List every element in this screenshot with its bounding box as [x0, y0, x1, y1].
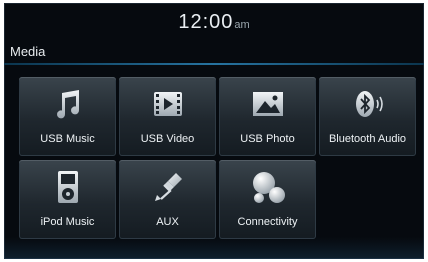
usb-music-label: USB Music [40, 133, 95, 145]
usb-video-label: USB Video [140, 133, 195, 145]
aux-button[interactable]: AUX [119, 160, 216, 239]
empty-slot [319, 160, 416, 239]
media-screen: 12:00am Media USB Music USB Video USB Ph… [4, 3, 424, 259]
bluetooth-audio-icon [319, 87, 416, 121]
photo-icon [219, 87, 316, 121]
media-source-grid: USB Music USB Video USB Photo Bluetooth … [19, 77, 416, 239]
video-icon [119, 87, 216, 121]
title-divider [4, 63, 424, 65]
usb-photo-label: USB Photo [240, 133, 295, 145]
connectivity-icon [219, 170, 316, 204]
bluetooth-audio-label: Bluetooth Audio [328, 133, 407, 145]
connectivity-label: Connectivity [237, 216, 298, 228]
ipod-music-button[interactable]: iPod Music [19, 160, 116, 239]
bluetooth-audio-button[interactable]: Bluetooth Audio [319, 77, 416, 156]
bottom-glow [4, 237, 424, 259]
page-title: Media [10, 44, 46, 59]
usb-photo-button[interactable]: USB Photo [219, 77, 316, 156]
clock-ampm: am [234, 19, 250, 31]
music-note-icon [19, 87, 116, 121]
ipod-icon [19, 170, 116, 204]
aux-cable-icon [119, 170, 216, 204]
ipod-music-label: iPod Music [40, 216, 95, 228]
connectivity-button[interactable]: Connectivity [219, 160, 316, 239]
usb-video-button[interactable]: USB Video [119, 77, 216, 156]
usb-music-button[interactable]: USB Music [19, 77, 116, 156]
clock-time: 12:00 [178, 11, 234, 33]
aux-label: AUX [156, 216, 179, 228]
clock: 12:00am [4, 11, 424, 34]
